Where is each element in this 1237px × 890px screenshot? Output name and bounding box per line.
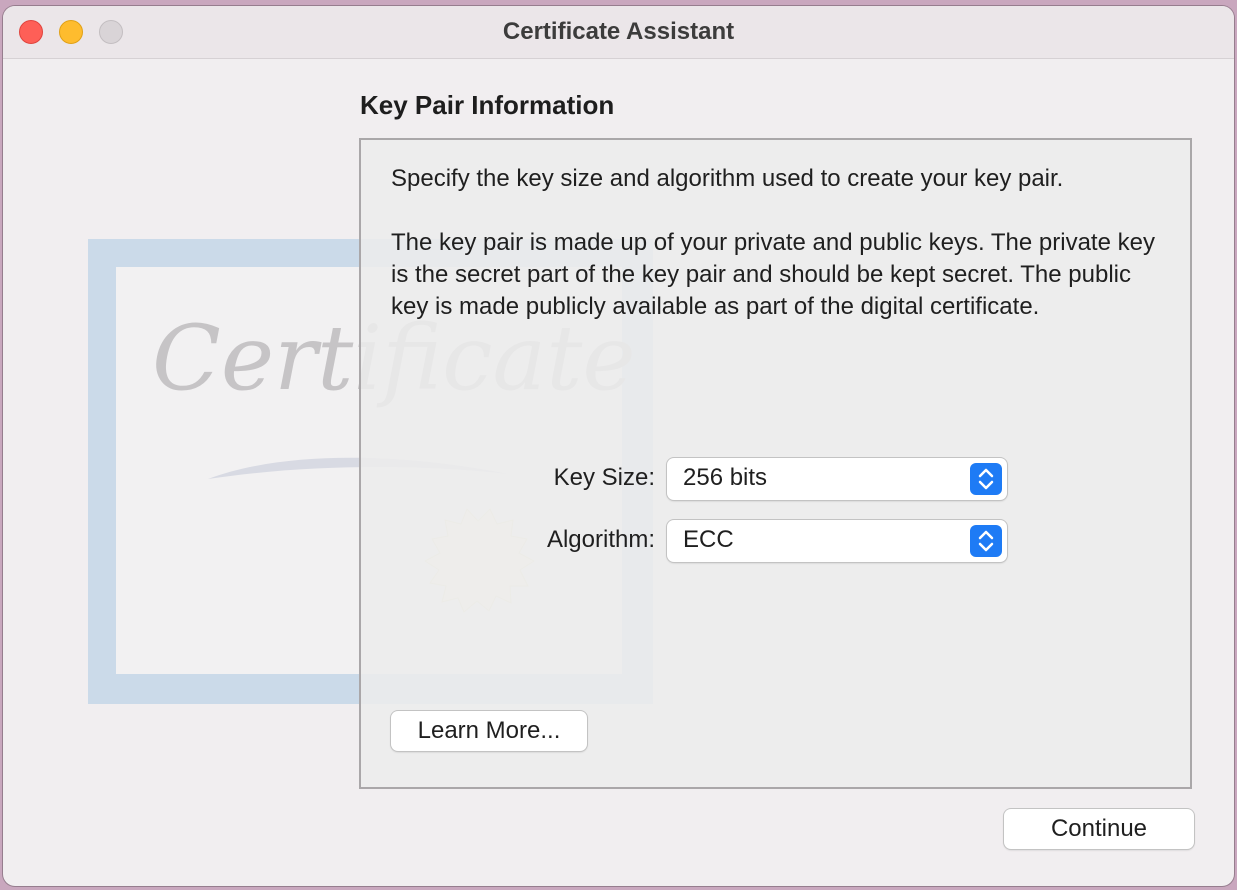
key-size-select[interactable]: 256 bits [667,458,1007,500]
key-size-value: 256 bits [683,464,768,491]
chevron-up-down-icon[interactable] [970,525,1002,557]
chevron-up-down-icon[interactable] [970,463,1002,495]
content-panel: Specify the key size and algorithm used … [359,138,1192,789]
learn-more-button[interactable]: Learn More... [391,711,587,751]
window-title: Certificate Assistant [502,18,735,45]
description-detail: The key pair is made up of your private … [391,229,1155,320]
algorithm-value: ECC [683,526,734,553]
page-heading: Key Pair Information [360,90,615,120]
certificate-assistant-window: Certificate Assistant Certificate Key Pa… [3,6,1234,886]
algorithm-label: Algorithm: [546,526,655,553]
title-bar: Certificate Assistant [3,6,1234,59]
key-size-label: Key Size: [553,464,655,491]
continue-button[interactable]: Continue [1004,809,1194,849]
algorithm-select[interactable]: ECC [667,520,1007,562]
description-intro: Specify the key size and algorithm used … [391,165,1064,192]
